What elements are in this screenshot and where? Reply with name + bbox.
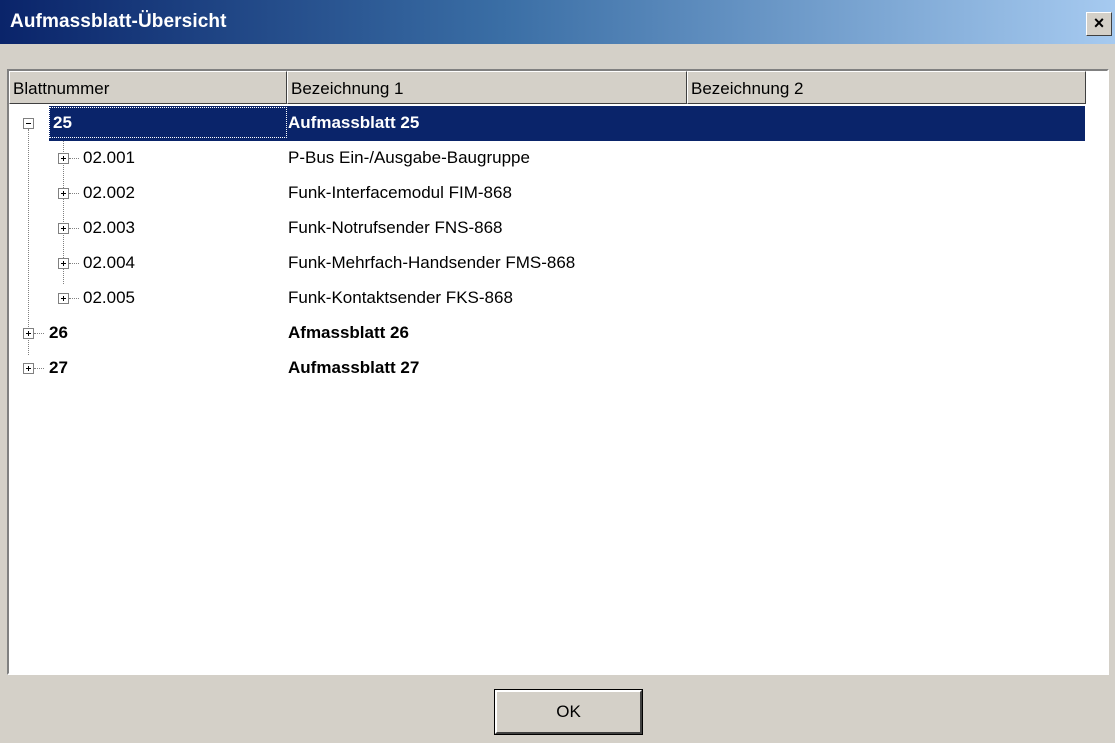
row-number: 02.003 [83, 218, 135, 237]
tree-connector [69, 228, 79, 229]
tree-row-26[interactable]: 26 Afmassblatt 26 [9, 316, 1085, 351]
collapse-icon[interactable] [23, 118, 34, 129]
row-number: 02.002 [83, 183, 135, 202]
row-desc1: Aufmassblatt 27 [288, 358, 420, 377]
expand-icon[interactable] [58, 153, 69, 164]
tree-connector [34, 368, 44, 369]
row-desc1: Funk-Mehrfach-Handsender FMS-868 [288, 253, 576, 272]
row-number: 25 [53, 113, 72, 132]
expand-icon[interactable] [58, 293, 69, 304]
row-desc1: Aufmassblatt 25 [288, 113, 420, 132]
tree-row-02-005[interactable]: 02.005 Funk-Kontaktsender FKS-868 [9, 281, 1085, 316]
focus-rectangle [49, 107, 287, 138]
tree-connector [34, 333, 44, 334]
tree-row-02-004[interactable]: 02.004 Funk-Mehrfach-Handsender FMS-868 [9, 246, 1085, 281]
tree-row-27[interactable]: 27 Aufmassblatt 27 [9, 351, 1085, 386]
column-header-blattnummer[interactable]: Blattnummer [9, 71, 287, 104]
ok-button[interactable]: OK [494, 689, 643, 735]
row-number: 02.005 [83, 288, 135, 307]
row-number: 02.001 [83, 148, 135, 167]
row-desc1: Funk-Interfacemodul FIM-868 [288, 183, 512, 202]
expand-icon[interactable] [58, 223, 69, 234]
tree-list-view[interactable]: Blattnummer Bezeichnung 1 Bezeichnung 2 … [7, 69, 1109, 675]
expand-icon[interactable] [23, 363, 34, 374]
tree-connector [69, 158, 79, 159]
column-header-bezeichnung-2[interactable]: Bezeichnung 2 [687, 71, 1086, 104]
row-desc1: P-Bus Ein-/Ausgabe-Baugruppe [288, 148, 530, 167]
row-number: 26 [49, 323, 68, 342]
expand-icon[interactable] [23, 328, 34, 339]
tree-connector [69, 263, 79, 264]
row-number: 27 [49, 358, 68, 377]
expand-icon[interactable] [58, 258, 69, 269]
column-header-bezeichnung-1[interactable]: Bezeichnung 1 [287, 71, 687, 104]
tree-connector [69, 298, 79, 299]
close-button[interactable]: × [1086, 12, 1112, 36]
column-header: Blattnummer Bezeichnung 1 Bezeichnung 2 [9, 71, 1086, 104]
row-desc1: Funk-Kontaktsender FKS-868 [288, 288, 513, 307]
tree-row-02-003[interactable]: 02.003 Funk-Notrufsender FNS-868 [9, 211, 1085, 246]
tree-row-02-001[interactable]: 02.001 P-Bus Ein-/Ausgabe-Baugruppe [9, 141, 1085, 176]
title-bar: Aufmassblatt-Übersicht × [0, 0, 1115, 44]
row-desc1: Afmassblatt 26 [288, 323, 409, 342]
tree-row-25[interactable]: 25 Aufmassblatt 25 [9, 106, 1085, 141]
tree-row-02-002[interactable]: 02.002 Funk-Interfacemodul FIM-868 [9, 176, 1085, 211]
row-desc1: Funk-Notrufsender FNS-868 [288, 218, 503, 237]
window-title: Aufmassblatt-Übersicht [10, 11, 227, 32]
tree-connector [69, 193, 79, 194]
expand-icon[interactable] [58, 188, 69, 199]
row-number: 02.004 [83, 253, 135, 272]
